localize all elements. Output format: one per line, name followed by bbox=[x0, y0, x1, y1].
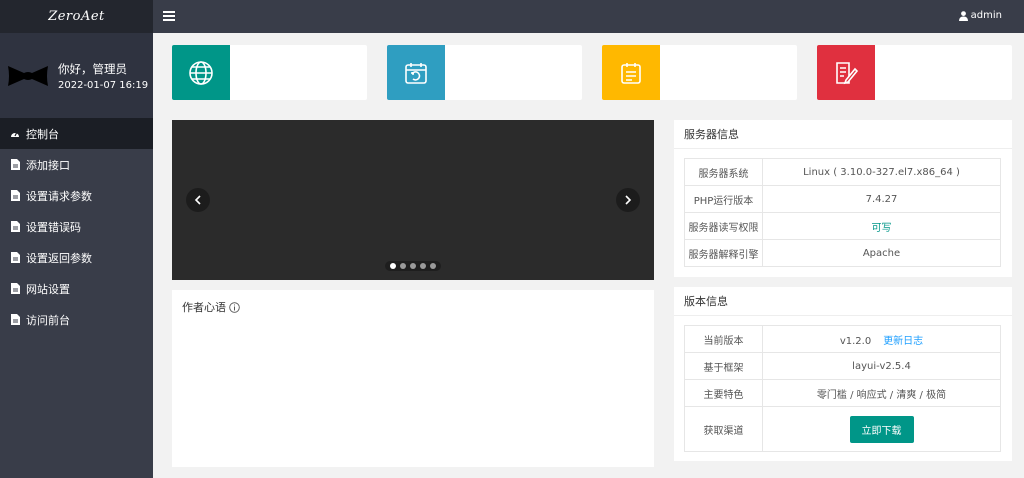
carousel-next-button[interactable] bbox=[616, 188, 640, 212]
table-cell-label: 服务器解释引擎 bbox=[684, 239, 763, 267]
table-row: 主要特色 零门槛 / 响应式 / 清爽 / 极简 bbox=[684, 379, 1001, 407]
table-cell-value: Linux ( 3.10.0-327.el7.x86_64 ) bbox=[762, 158, 1001, 186]
stat-card-1[interactable] bbox=[172, 45, 367, 100]
file-icon bbox=[10, 283, 20, 294]
file-icon bbox=[10, 252, 20, 263]
image-carousel[interactable] bbox=[172, 120, 654, 280]
user-menu[interactable]: admin bbox=[958, 10, 1002, 21]
carousel-dot-1[interactable] bbox=[390, 263, 396, 269]
chevron-right-icon bbox=[625, 195, 632, 205]
table-cell-value: 可写 bbox=[762, 212, 1001, 240]
sidebar-item-label: 设置错误码 bbox=[26, 220, 81, 234]
calendar-refresh-icon bbox=[387, 45, 445, 100]
chevron-left-icon bbox=[194, 195, 201, 205]
table-cell-label: 服务器读写权限 bbox=[684, 212, 763, 240]
table-row: 基于框架 layui-v2.5.4 bbox=[684, 352, 1001, 380]
file-icon bbox=[10, 221, 20, 232]
version-info-table: 当前版本 v1.2.0 更新日志 基于框架 layui-v2.5.4 主要特色 零… bbox=[684, 325, 1001, 452]
info-icon[interactable] bbox=[229, 301, 240, 313]
table-row: 获取渠道 立即下载 bbox=[684, 406, 1001, 452]
table-cell-label: 基于框架 bbox=[684, 352, 763, 380]
carousel-prev-button[interactable] bbox=[186, 188, 210, 212]
table-cell-value: 7.4.27 bbox=[762, 185, 1001, 213]
file-icon bbox=[10, 314, 20, 325]
sidebar-item-label: 控制台 bbox=[26, 127, 59, 141]
sidebar-item-site-settings[interactable]: 网站设置 bbox=[0, 273, 153, 304]
dashboard-icon bbox=[10, 128, 20, 139]
app-logo[interactable]: ZeroAet bbox=[0, 0, 153, 33]
sidebar-item-label: 添加接口 bbox=[26, 158, 70, 172]
carousel-indicators bbox=[385, 261, 441, 271]
sidebar-nav: 控制台 添加接口 设置请求参数 设置错误码 设置返回参数 网站设置 访问前台 bbox=[0, 118, 153, 335]
sidebar-item-label: 访问前台 bbox=[26, 313, 70, 327]
table-cell-value: 立即下载 bbox=[762, 406, 1001, 452]
carousel-dot-2[interactable] bbox=[400, 263, 406, 269]
sidebar-item-error-codes[interactable]: 设置错误码 bbox=[0, 211, 153, 242]
sidebar-item-label: 设置请求参数 bbox=[26, 189, 92, 203]
version-info-panel: 版本信息 当前版本 v1.2.0 更新日志 基于框架 layui-v2.5.4 主… bbox=[674, 287, 1012, 461]
sidebar-item-label: 网站设置 bbox=[26, 282, 70, 296]
table-row: 服务器解释引擎 Apache bbox=[684, 239, 1001, 267]
changelog-link[interactable]: 更新日志 bbox=[883, 336, 923, 347]
table-cell-value: Apache bbox=[762, 239, 1001, 267]
sidebar-item-dashboard[interactable]: 控制台 bbox=[0, 118, 153, 149]
current-version: v1.2.0 bbox=[839, 335, 872, 347]
download-button[interactable]: 立即下载 bbox=[849, 415, 914, 443]
stat-card-3[interactable] bbox=[602, 45, 797, 100]
calendar-list-icon bbox=[602, 45, 660, 100]
table-row: PHP运行版本 7.4.27 bbox=[684, 185, 1001, 213]
server-info-table: 服务器系统 Linux ( 3.10.0-327.el7.x86_64 ) PH… bbox=[684, 158, 1001, 267]
file-icon bbox=[10, 159, 20, 170]
table-row: 服务器系统 Linux ( 3.10.0-327.el7.x86_64 ) bbox=[684, 158, 1001, 186]
user-icon bbox=[958, 10, 968, 21]
table-cell-label: 主要特色 bbox=[684, 379, 763, 407]
sidebar-item-visit-frontend[interactable]: 访问前台 bbox=[0, 304, 153, 335]
author-panel: 作者心语 bbox=[172, 290, 654, 467]
carousel-dot-4[interactable] bbox=[420, 263, 426, 269]
server-info-panel: 服务器信息 服务器系统 Linux ( 3.10.0-327.el7.x86_6… bbox=[674, 120, 1012, 277]
table-cell-label: PHP运行版本 bbox=[684, 185, 763, 213]
user-datetime: 2022-01-07 16:19 bbox=[58, 79, 149, 91]
table-cell-label: 当前版本 bbox=[684, 325, 763, 353]
bowtie-avatar-icon bbox=[8, 65, 48, 86]
server-info-title: 服务器信息 bbox=[674, 120, 1012, 149]
table-cell-value: 零门槛 / 响应式 / 清爽 / 极简 bbox=[762, 379, 1001, 407]
table-row: 当前版本 v1.2.0 更新日志 bbox=[684, 325, 1001, 353]
sidebar-item-request-params[interactable]: 设置请求参数 bbox=[0, 180, 153, 211]
user-info: 你好，管理员 2022-01-07 16:19 bbox=[0, 33, 153, 118]
table-cell-value: v1.2.0 更新日志 bbox=[762, 325, 1001, 353]
stat-card-4[interactable] bbox=[817, 45, 1012, 100]
sidebar: ZeroAet 你好，管理员 2022-01-07 16:19 控制台 添加接口… bbox=[0, 0, 153, 478]
carousel-dot-5[interactable] bbox=[430, 263, 436, 269]
menu-toggle-icon[interactable] bbox=[163, 11, 175, 21]
globe-icon bbox=[172, 45, 230, 100]
stat-card-2[interactable] bbox=[387, 45, 582, 100]
sidebar-item-return-params[interactable]: 设置返回参数 bbox=[0, 242, 153, 273]
table-row: 服务器读写权限 可写 bbox=[684, 212, 1001, 240]
author-panel-title: 作者心语 bbox=[182, 299, 240, 315]
sidebar-item-add-api[interactable]: 添加接口 bbox=[0, 149, 153, 180]
file-icon bbox=[10, 190, 20, 201]
table-cell-value: layui-v2.5.4 bbox=[762, 352, 1001, 380]
user-greeting: 你好，管理员 bbox=[58, 61, 127, 76]
sidebar-item-label: 设置返回参数 bbox=[26, 251, 92, 265]
edit-document-icon bbox=[817, 45, 875, 100]
table-cell-label: 获取渠道 bbox=[684, 406, 763, 452]
username: admin bbox=[970, 10, 1002, 21]
top-header: admin bbox=[153, 0, 1024, 33]
version-info-title: 版本信息 bbox=[674, 287, 1012, 316]
table-cell-label: 服务器系统 bbox=[684, 158, 763, 186]
carousel-dot-3[interactable] bbox=[410, 263, 416, 269]
